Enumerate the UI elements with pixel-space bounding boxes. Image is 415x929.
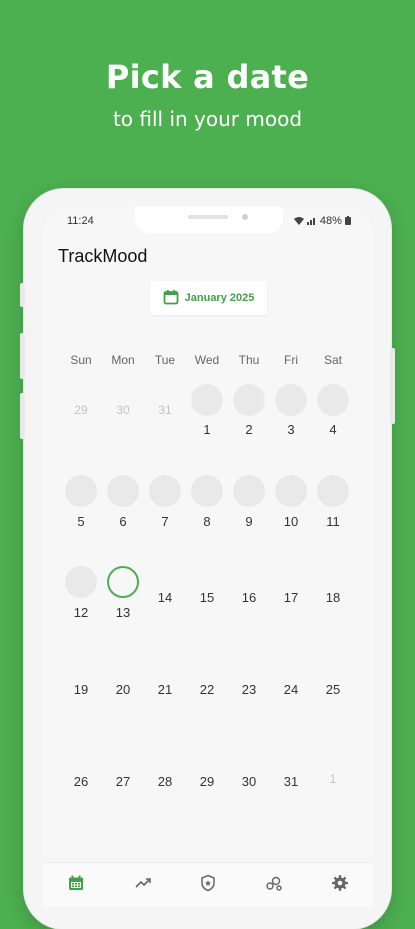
day-cell-today[interactable]: 13 xyxy=(103,605,143,620)
month-label: January 2025 xyxy=(184,292,255,304)
day-cell[interactable]: 22 xyxy=(187,682,227,697)
mood-placeholder[interactable] xyxy=(317,384,349,416)
wifi-icon xyxy=(293,215,307,227)
signal-icon xyxy=(306,215,320,227)
weekday-label: Sun xyxy=(70,353,92,367)
day-cell[interactable]: 29 xyxy=(187,774,227,789)
day-cell-outside: 31 xyxy=(158,403,172,417)
nav-insights-tab[interactable] xyxy=(259,873,289,897)
battery-icon xyxy=(345,215,351,227)
mood-placeholder[interactable] xyxy=(275,384,307,416)
month-picker-button[interactable]: January 2025 xyxy=(150,281,267,315)
day-cell[interactable]: 2 xyxy=(229,422,269,437)
day-cell[interactable]: 28 xyxy=(145,774,185,789)
status-bar: 11:24 48% xyxy=(43,207,373,235)
bubbles-icon xyxy=(265,874,283,897)
day-cell[interactable]: 17 xyxy=(271,590,311,605)
promo-subtitle: to fill in your mood xyxy=(112,107,303,131)
gear-icon xyxy=(331,874,349,897)
day-cell[interactable]: 18 xyxy=(313,590,353,605)
day-cell[interactable]: 5 xyxy=(61,514,101,529)
mood-placeholder[interactable] xyxy=(65,566,97,598)
weekday-label: Sat xyxy=(323,353,342,367)
day-cell[interactable]: 14 xyxy=(145,590,185,605)
day-cell[interactable]: 12 xyxy=(61,605,101,620)
day-cell[interactable]: 24 xyxy=(271,682,311,697)
day-cell[interactable]: 23 xyxy=(229,682,269,697)
phone-side-button xyxy=(20,333,25,379)
day-cell[interactable]: 30 xyxy=(229,774,269,789)
mood-placeholder[interactable] xyxy=(191,475,223,507)
day-cell-outside: 1 xyxy=(329,772,337,786)
weekday-label: Tue xyxy=(154,353,176,367)
calendar-icon xyxy=(163,289,179,308)
day-cell[interactable]: 6 xyxy=(103,514,143,529)
promo-title: Pick a date xyxy=(105,58,310,96)
nav-settings-tab[interactable] xyxy=(325,873,355,897)
day-cell[interactable]: 26 xyxy=(61,774,101,789)
day-cell-outside: 30 xyxy=(116,403,130,417)
mood-placeholder[interactable] xyxy=(107,475,139,507)
phone-side-button xyxy=(20,283,25,307)
day-cell[interactable]: 19 xyxy=(61,682,101,697)
trend-icon xyxy=(134,874,152,897)
bottom-nav xyxy=(43,862,373,907)
mood-placeholder[interactable] xyxy=(65,475,97,507)
day-cell[interactable]: 1 xyxy=(187,422,227,437)
phone-side-button xyxy=(390,348,395,424)
nav-privacy-tab[interactable] xyxy=(193,873,223,897)
mood-placeholder[interactable] xyxy=(233,384,265,416)
weekday-label: Mon xyxy=(111,353,135,367)
day-cell[interactable]: 9 xyxy=(229,514,269,529)
calendar-icon xyxy=(67,874,85,897)
mood-placeholder[interactable] xyxy=(233,475,265,507)
nav-trends-tab[interactable] xyxy=(128,873,158,897)
mood-placeholder[interactable] xyxy=(191,384,223,416)
status-indicators: 48% xyxy=(293,215,351,227)
phone-side-button xyxy=(20,393,25,439)
day-cell[interactable]: 4 xyxy=(313,422,353,437)
weekday-label: Thu xyxy=(238,353,260,367)
day-cell[interactable]: 8 xyxy=(187,514,227,529)
day-cell[interactable]: 31 xyxy=(271,774,311,789)
battery-percent: 48% xyxy=(319,215,342,227)
mood-placeholder[interactable] xyxy=(317,475,349,507)
day-cell[interactable]: 20 xyxy=(103,682,143,697)
speaker xyxy=(188,215,228,219)
status-time: 11:24 xyxy=(67,215,94,227)
nav-calendar-tab[interactable] xyxy=(61,873,91,897)
day-cell[interactable]: 3 xyxy=(271,422,311,437)
day-cell[interactable]: 7 xyxy=(145,514,185,529)
day-cell[interactable]: 10 xyxy=(271,514,311,529)
day-cell[interactable]: 16 xyxy=(229,590,269,605)
mood-placeholder[interactable] xyxy=(149,475,181,507)
day-cell[interactable]: 21 xyxy=(145,682,185,697)
day-cell[interactable]: 15 xyxy=(187,590,227,605)
app-title: TrackMood xyxy=(58,246,148,266)
shield-icon xyxy=(199,874,217,897)
day-cell[interactable]: 27 xyxy=(103,774,143,789)
weekday-label: Fri xyxy=(284,353,298,367)
mood-placeholder[interactable] xyxy=(275,475,307,507)
day-cell[interactable]: 25 xyxy=(313,682,353,697)
today-indicator[interactable] xyxy=(107,566,139,598)
day-cell-outside: 29 xyxy=(74,403,88,417)
weekday-label: Wed xyxy=(194,353,220,367)
app-screen: 11:24 48% TrackMood January 2025 Sun Mon… xyxy=(43,207,373,907)
notch xyxy=(135,207,283,233)
day-cell[interactable]: 11 xyxy=(313,514,353,529)
camera xyxy=(242,214,248,220)
